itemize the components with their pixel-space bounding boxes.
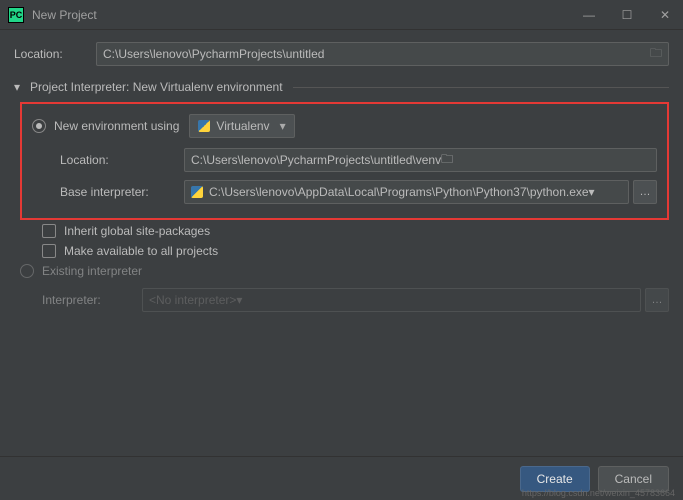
existing-label: Existing interpreter — [42, 264, 142, 278]
new-env-label: New environment using — [54, 119, 179, 133]
python-icon — [198, 120, 210, 132]
collapse-arrow-icon: ▾ — [14, 80, 24, 94]
app-icon: PC — [8, 7, 24, 23]
make-available-row[interactable]: Make available to all projects — [14, 244, 669, 258]
new-env-details: Location: C:\Users\lenovo\PycharmProject… — [32, 148, 657, 204]
highlighted-region: New environment using Virtualenv ▾ Locat… — [20, 102, 669, 220]
existing-interp-label: Interpreter: — [42, 293, 142, 307]
inherit-label: Inherit global site-packages — [64, 224, 210, 238]
make-available-label: Make available to all projects — [64, 244, 218, 258]
browse-interpreter-button[interactable]: … — [633, 180, 657, 204]
existing-interpreter-row: Interpreter: <No interpreter> ▾ … — [42, 288, 669, 312]
base-interpreter-row: Base interpreter: C:\Users\lenovo\AppDat… — [60, 180, 657, 204]
inherit-checkbox[interactable] — [42, 224, 56, 238]
existing-radio[interactable] — [20, 264, 34, 278]
window-controls: ― ☐ ✕ — [579, 5, 675, 25]
chevron-down-icon: ▾ — [280, 119, 286, 133]
base-interpreter-label: Base interpreter: — [60, 185, 184, 199]
base-interpreter-dropdown[interactable]: C:\Users\lenovo\AppData\Local\Programs\P… — [184, 180, 629, 204]
close-button[interactable]: ✕ — [655, 5, 675, 25]
titlebar: PC New Project ― ☐ ✕ — [0, 0, 683, 30]
watermark: https://blog.csdn.net/weixin_45783664 — [522, 488, 675, 498]
env-location-row: Location: C:\Users\lenovo\PycharmProject… — [60, 148, 657, 172]
env-location-value: C:\Users\lenovo\PycharmProjects\untitled… — [191, 153, 441, 167]
chevron-down-icon: ▾ — [236, 293, 242, 307]
python-icon — [191, 186, 203, 198]
window-title: New Project — [32, 8, 579, 22]
chevron-down-icon: ▾ — [589, 185, 595, 199]
existing-interpreter-radio-row[interactable]: Existing interpreter — [14, 264, 669, 278]
interpreter-section-header[interactable]: ▾ Project Interpreter: New Virtualenv en… — [14, 80, 669, 94]
env-tool-dropdown[interactable]: Virtualenv ▾ — [189, 114, 294, 138]
new-env-radio-row[interactable]: New environment using Virtualenv ▾ — [32, 114, 657, 138]
minimize-button[interactable]: ― — [579, 5, 599, 25]
location-value: C:\Users\lenovo\PycharmProjects\untitled — [103, 47, 324, 61]
section-title: Project Interpreter: New Virtualenv envi… — [30, 80, 283, 94]
folder-icon[interactable]: 🗀 — [441, 150, 453, 171]
folder-icon[interactable]: 🗀 — [650, 44, 662, 65]
env-location-label: Location: — [60, 153, 184, 167]
location-input[interactable]: C:\Users\lenovo\PycharmProjects\untitled… — [96, 42, 669, 66]
existing-details: Interpreter: <No interpreter> ▾ … — [14, 288, 669, 312]
existing-interpreter-dropdown: <No interpreter> ▾ — [142, 288, 641, 312]
cancel-label: Cancel — [615, 472, 652, 486]
env-location-input[interactable]: C:\Users\lenovo\PycharmProjects\untitled… — [184, 148, 657, 172]
location-label: Location: — [14, 47, 96, 61]
create-label: Create — [537, 472, 573, 486]
base-interpreter-value: C:\Users\lenovo\AppData\Local\Programs\P… — [209, 185, 589, 199]
make-available-checkbox[interactable] — [42, 244, 56, 258]
existing-interp-value: <No interpreter> — [149, 293, 236, 307]
content: Location: C:\Users\lenovo\PycharmProject… — [0, 30, 683, 312]
maximize-button[interactable]: ☐ — [617, 5, 637, 25]
section-divider — [293, 87, 669, 88]
inherit-packages-row[interactable]: Inherit global site-packages — [14, 224, 669, 238]
project-location-row: Location: C:\Users\lenovo\PycharmProject… — [14, 42, 669, 66]
env-tool-value: Virtualenv — [216, 119, 269, 133]
browse-existing-button[interactable]: … — [645, 288, 669, 312]
new-env-radio[interactable] — [32, 119, 46, 133]
